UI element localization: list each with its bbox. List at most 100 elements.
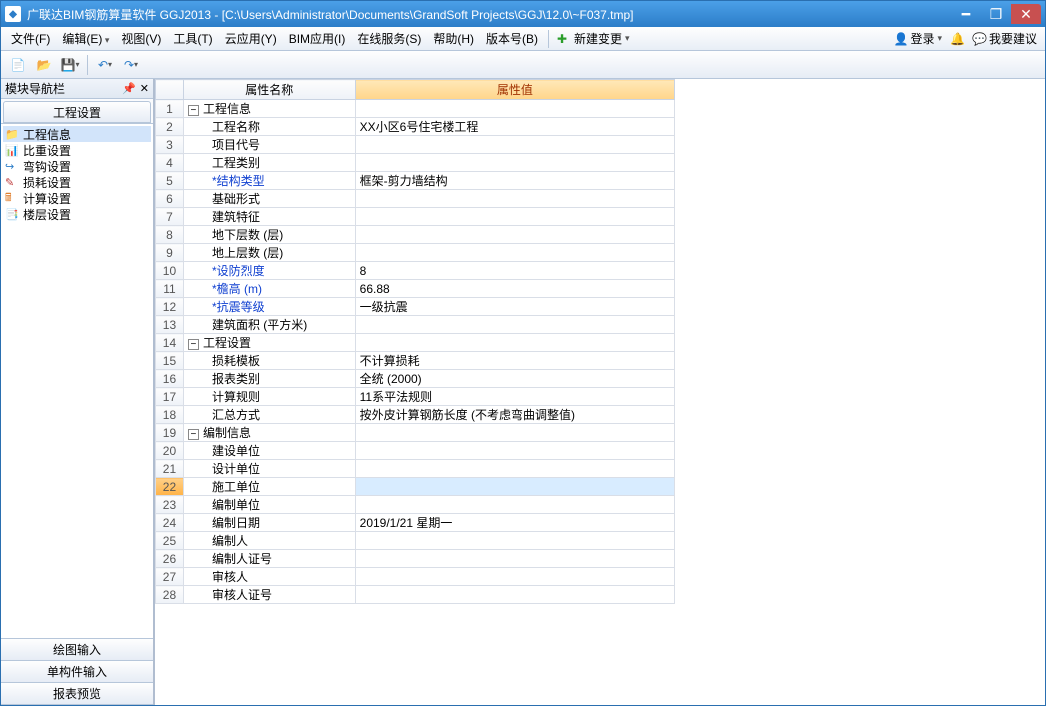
nav-bottom-single[interactable]: 单构件输入 <box>1 661 153 683</box>
nav-close-icon[interactable]: ✕ <box>140 82 149 95</box>
row-number[interactable]: 8 <box>156 226 184 244</box>
row-number[interactable]: 13 <box>156 316 184 334</box>
prop-value-cell[interactable] <box>355 226 674 244</box>
prop-value-cell[interactable]: 框架-剪力墙结构 <box>355 172 674 190</box>
prop-value-cell[interactable] <box>355 244 674 262</box>
redo-button[interactable]: ↷▾ <box>120 54 142 76</box>
row-number[interactable]: 14 <box>156 334 184 352</box>
prop-value-cell[interactable] <box>355 424 674 442</box>
prop-value-cell[interactable]: 66.88 <box>355 280 674 298</box>
prop-name-cell[interactable]: 基础形式 <box>183 190 355 208</box>
row-number[interactable]: 6 <box>156 190 184 208</box>
maximize-button[interactable]: ❐ <box>981 4 1011 24</box>
row-number[interactable]: 22 <box>156 478 184 496</box>
prop-name-cell[interactable]: 建筑面积 (平方米) <box>183 316 355 334</box>
pin-icon[interactable]: 📌 <box>122 82 136 95</box>
menu-bim[interactable]: BIM应用(I) <box>283 28 352 49</box>
prop-name-cell[interactable]: *抗震等级 <box>183 298 355 316</box>
menu-version[interactable]: 版本号(B) <box>480 28 544 49</box>
row-number[interactable]: 9 <box>156 244 184 262</box>
tree-item-1[interactable]: 📊比重设置 <box>3 142 151 158</box>
row-number[interactable]: 17 <box>156 388 184 406</box>
row-number[interactable]: 16 <box>156 370 184 388</box>
prop-value-cell[interactable]: 一级抗震 <box>355 298 674 316</box>
open-button[interactable]: 📂 <box>33 54 55 76</box>
prop-name-cell[interactable]: 设计单位 <box>183 460 355 478</box>
row-number[interactable]: 15 <box>156 352 184 370</box>
prop-name-cell[interactable]: 建筑特征 <box>183 208 355 226</box>
prop-name-cell[interactable]: 编制单位 <box>183 496 355 514</box>
row-number[interactable]: 11 <box>156 280 184 298</box>
save-button[interactable]: 💾▾ <box>59 54 81 76</box>
close-button[interactable]: ✕ <box>1011 4 1041 24</box>
prop-value-cell[interactable]: 11系平法规则 <box>355 388 674 406</box>
prop-name-cell[interactable]: 地上层数 (层) <box>183 244 355 262</box>
menu-help[interactable]: 帮助(H) <box>427 28 480 49</box>
prop-value-cell[interactable]: 全统 (2000) <box>355 370 674 388</box>
login-button[interactable]: 👤 登录 <box>889 28 946 49</box>
menu-file[interactable]: 文件(F) <box>5 28 56 49</box>
prop-name-cell[interactable]: 审核人 <box>183 568 355 586</box>
tree-item-0[interactable]: 📁工程信息 <box>3 126 151 142</box>
menu-cloud[interactable]: 云应用(Y) <box>219 28 283 49</box>
expand-icon[interactable]: − <box>188 105 199 116</box>
prop-name-cell[interactable]: 汇总方式 <box>183 406 355 424</box>
prop-value-cell[interactable] <box>355 334 674 352</box>
suggest-button[interactable]: 💬 我要建议 <box>968 28 1041 49</box>
undo-button[interactable]: ↶▾ <box>94 54 116 76</box>
prop-name-cell[interactable]: 报表类别 <box>183 370 355 388</box>
prop-name-cell[interactable]: 损耗模板 <box>183 352 355 370</box>
row-number[interactable]: 24 <box>156 514 184 532</box>
row-number[interactable]: 27 <box>156 568 184 586</box>
prop-value-cell[interactable] <box>355 568 674 586</box>
row-number[interactable]: 5 <box>156 172 184 190</box>
prop-name-cell[interactable]: 地下层数 (层) <box>183 226 355 244</box>
prop-value-cell[interactable] <box>355 550 674 568</box>
row-number[interactable]: 26 <box>156 550 184 568</box>
new-change-button[interactable]: ✚ 新建变更 <box>553 28 634 49</box>
row-number[interactable]: 18 <box>156 406 184 424</box>
row-number[interactable]: 25 <box>156 532 184 550</box>
row-number[interactable]: 20 <box>156 442 184 460</box>
menu-view[interactable]: 视图(V) <box>115 28 167 49</box>
row-number[interactable]: 12 <box>156 298 184 316</box>
prop-value-cell[interactable] <box>355 478 674 496</box>
prop-name-cell[interactable]: *檐高 (m) <box>183 280 355 298</box>
row-number[interactable]: 7 <box>156 208 184 226</box>
prop-value-cell[interactable]: 2019/1/21 星期一 <box>355 514 674 532</box>
prop-name-cell[interactable]: 建设单位 <box>183 442 355 460</box>
tree-item-3[interactable]: ✎损耗设置 <box>3 174 151 190</box>
prop-name-cell[interactable]: 工程名称 <box>183 118 355 136</box>
row-number[interactable]: 2 <box>156 118 184 136</box>
prop-value-cell[interactable] <box>355 208 674 226</box>
prop-value-cell[interactable]: 8 <box>355 262 674 280</box>
prop-name-cell[interactable]: 编制日期 <box>183 514 355 532</box>
prop-name-cell[interactable]: *结构类型 <box>183 172 355 190</box>
nav-bottom-report[interactable]: 报表预览 <box>1 683 153 705</box>
bell-button[interactable]: 🔔 <box>946 30 968 48</box>
prop-value-cell[interactable] <box>355 190 674 208</box>
menu-tool[interactable]: 工具(T) <box>167 28 218 49</box>
prop-name-cell[interactable]: 编制人证号 <box>183 550 355 568</box>
new-file-button[interactable]: 📄 <box>7 54 29 76</box>
prop-name-cell[interactable]: 项目代号 <box>183 136 355 154</box>
prop-name-cell[interactable]: 审核人证号 <box>183 586 355 604</box>
prop-name-cell[interactable]: 工程类别 <box>183 154 355 172</box>
prop-name-cell[interactable]: *设防烈度 <box>183 262 355 280</box>
nav-bottom-draw[interactable]: 绘图输入 <box>1 639 153 661</box>
tree-item-2[interactable]: ↪弯钩设置 <box>3 158 151 174</box>
menu-online[interactable]: 在线服务(S) <box>351 28 427 49</box>
prop-value-cell[interactable] <box>355 136 674 154</box>
row-number[interactable]: 10 <box>156 262 184 280</box>
row-number[interactable]: 19 <box>156 424 184 442</box>
row-number[interactable]: 3 <box>156 136 184 154</box>
prop-value-cell[interactable] <box>355 532 674 550</box>
prop-name-cell[interactable]: 施工单位 <box>183 478 355 496</box>
expand-icon[interactable]: − <box>188 429 199 440</box>
prop-value-cell[interactable] <box>355 586 674 604</box>
nav-tab-project-settings[interactable]: 工程设置 <box>3 101 151 123</box>
prop-name-cell[interactable]: 编制人 <box>183 532 355 550</box>
prop-value-cell[interactable]: 不计算损耗 <box>355 352 674 370</box>
prop-value-cell[interactable] <box>355 316 674 334</box>
prop-name-cell[interactable]: −编制信息 <box>183 424 355 442</box>
